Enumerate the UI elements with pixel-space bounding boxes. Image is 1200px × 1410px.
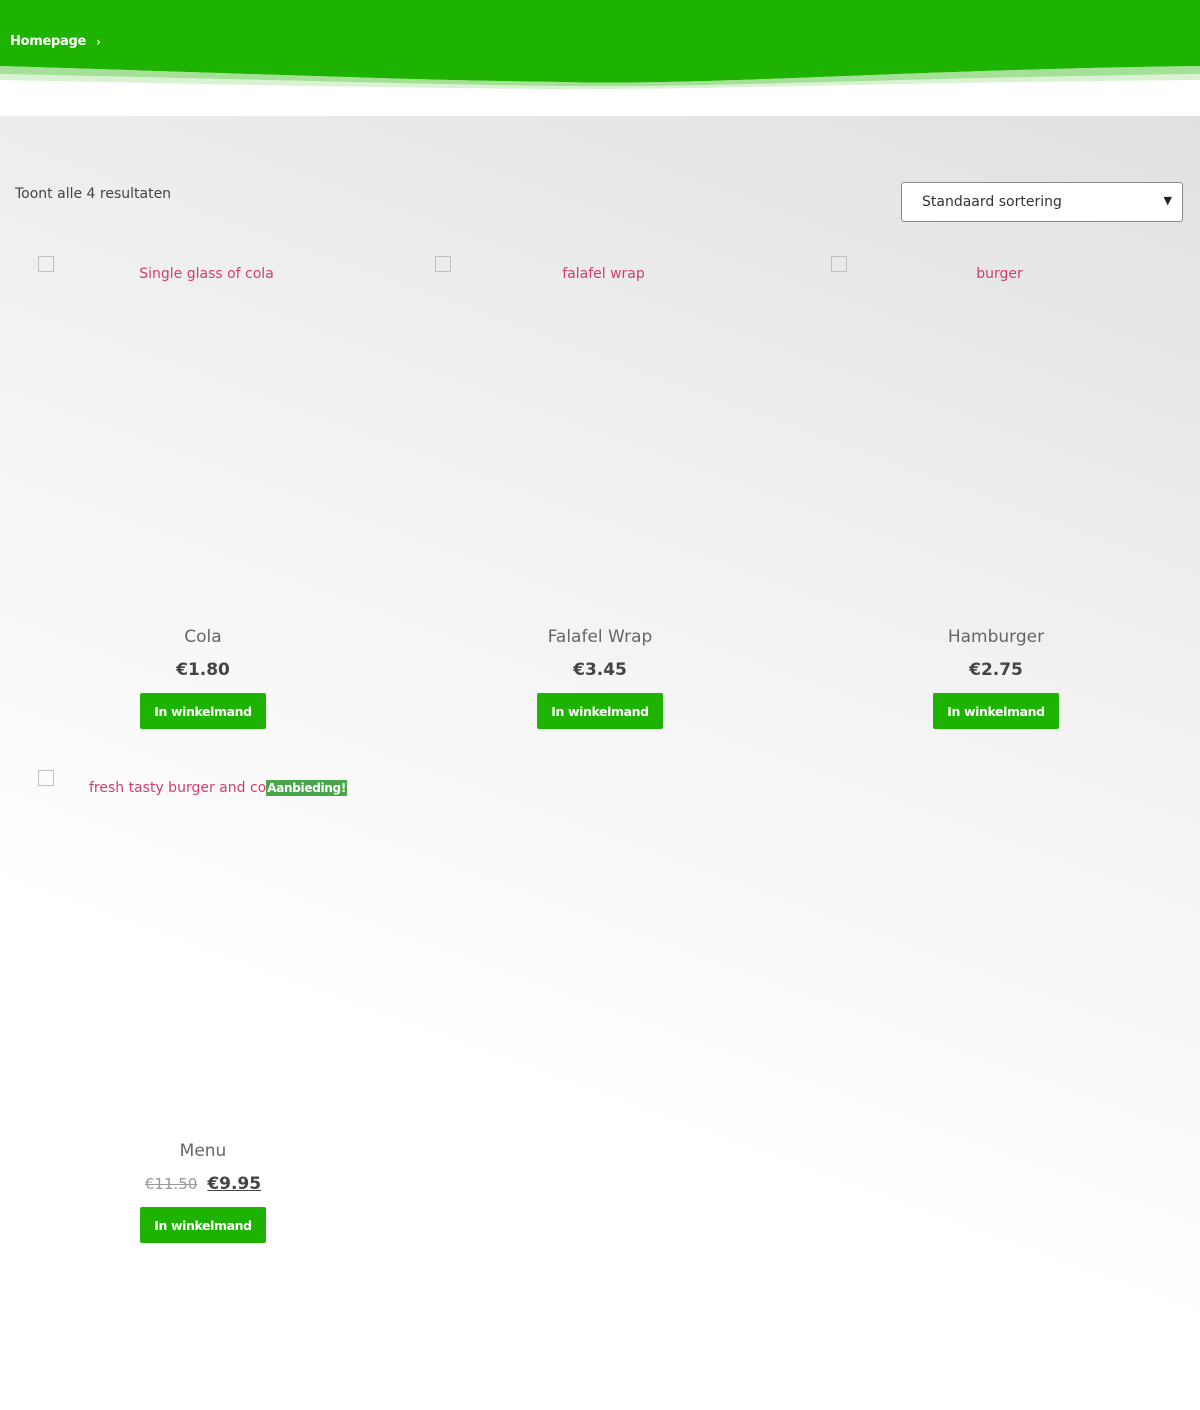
- product-price: €11.50 €9.95: [0, 1174, 406, 1194]
- product-title[interactable]: Falafel Wrap: [397, 627, 803, 647]
- product-card-menu: fresh tasty burger and coAanbieding! Men…: [8, 770, 405, 1260]
- product-title[interactable]: Cola: [0, 627, 406, 647]
- header-background: [0, 0, 1200, 90]
- chevron-right-icon: ›: [95, 34, 101, 49]
- product-price: €2.75: [969, 660, 1023, 680]
- product-old-price: €11.50: [144, 1175, 198, 1193]
- shop-main: Toont alle 4 resultaten Standaard sorter…: [0, 116, 1200, 1410]
- product-card-falafel-wrap: falafel wrap Falafel Wrap €3.45 In winke…: [405, 256, 802, 746]
- product-image-alt[interactable]: fresh tasty burger and coAanbieding!: [28, 780, 408, 796]
- product-title[interactable]: Menu: [0, 1141, 406, 1161]
- add-to-cart-button[interactable]: In winkelmand: [933, 693, 1059, 729]
- product-card-hamburger: burger Hamburger €2.75 In winkelmand: [801, 256, 1198, 746]
- product-image-alt-text: fresh tasty burger and co: [88, 780, 267, 796]
- sort-select[interactable]: Standaard sortering ▼: [901, 182, 1183, 222]
- result-count: Toont alle 4 resultaten: [15, 186, 172, 202]
- site-header: Homepage ›: [0, 0, 1200, 90]
- breadcrumb-home-link[interactable]: Homepage: [10, 34, 86, 49]
- add-to-cart-button[interactable]: In winkelmand: [537, 693, 663, 729]
- product-image-alt[interactable]: Single glass of cola: [8, 266, 405, 282]
- add-to-cart-button[interactable]: In winkelmand: [140, 693, 266, 729]
- add-to-cart-button[interactable]: In winkelmand: [140, 1207, 266, 1243]
- product-image-alt[interactable]: burger: [801, 266, 1198, 282]
- product-title[interactable]: Hamburger: [793, 627, 1199, 647]
- breadcrumb: Homepage ›: [10, 34, 101, 49]
- product-card-cola: Single glass of cola Cola €1.80 In winke…: [8, 256, 405, 746]
- product-price: €3.45: [573, 660, 627, 680]
- product-image-alt[interactable]: falafel wrap: [405, 266, 802, 282]
- chevron-down-icon: ▼: [1163, 194, 1172, 207]
- product-sale-price: €9.95: [207, 1174, 262, 1194]
- product-price: €1.80: [176, 660, 230, 680]
- sale-badge: Aanbieding!: [266, 780, 347, 796]
- sort-selected-value: Standaard sortering: [922, 194, 1062, 210]
